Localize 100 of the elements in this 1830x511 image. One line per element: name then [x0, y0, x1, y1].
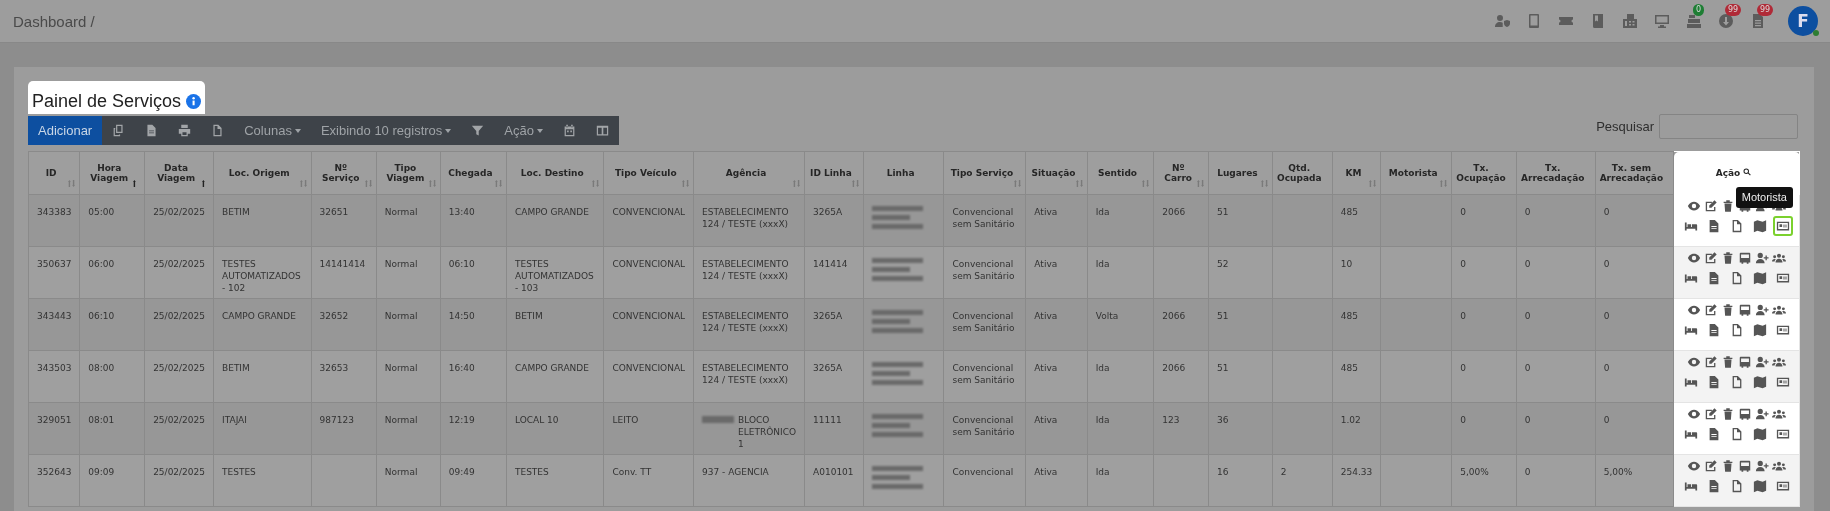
- book-icon[interactable]: [1590, 13, 1606, 29]
- table-cell: Convencional sem Sanitário: [952, 415, 1015, 438]
- bus-icon[interactable]: [1738, 355, 1753, 369]
- table-cell: Normal: [384, 363, 418, 373]
- table-cell: 485: [1340, 207, 1358, 217]
- search-icon[interactable]: [1743, 168, 1752, 176]
- bus-icon[interactable]: [1738, 407, 1753, 421]
- eye-icon[interactable]: [1687, 407, 1702, 421]
- eye-icon[interactable]: [1687, 251, 1702, 265]
- map-icon[interactable]: [1752, 479, 1767, 493]
- monitor-icon[interactable]: [1654, 13, 1670, 29]
- column-header[interactable]: Tipo Veículo: [614, 168, 677, 178]
- table-cell: 0: [1524, 415, 1531, 425]
- id-card-icon[interactable]: [1775, 271, 1790, 285]
- edit-icon[interactable]: [1704, 355, 1719, 369]
- user-plus-icon[interactable]: [1755, 251, 1770, 265]
- table-cell: 0: [1524, 363, 1531, 373]
- column-header[interactable]: Motorista: [1388, 168, 1438, 178]
- table-cell: BETIM: [222, 207, 250, 217]
- add-button[interactable]: Adicionar: [28, 116, 103, 145]
- eye-icon[interactable]: [1687, 303, 1702, 317]
- table-cell: ESTABELECIMENTO 124 / TESTE (xxxX): [702, 259, 789, 282]
- column-header[interactable]: KM: [1345, 168, 1362, 178]
- edit-icon[interactable]: [1704, 199, 1719, 213]
- map-icon[interactable]: [1752, 271, 1767, 285]
- table-cell: Ida: [1095, 415, 1110, 425]
- table-cell: 14:50: [448, 311, 475, 321]
- column-header: Tx. Ocupação: [1456, 163, 1506, 183]
- column-header[interactable]: Chegada: [448, 168, 493, 178]
- id-card-icon[interactable]: [1775, 375, 1790, 389]
- fax-icon[interactable]: [1622, 13, 1638, 29]
- table-cell: 1.02: [1340, 415, 1361, 425]
- user-avatar[interactable]: F: [1788, 6, 1818, 36]
- print-icon: [178, 124, 192, 137]
- map-icon[interactable]: [1752, 323, 1767, 337]
- users-icon[interactable]: [1772, 407, 1787, 421]
- table-cell: 3265A: [813, 363, 843, 373]
- info-icon[interactable]: [186, 94, 202, 109]
- search-field[interactable]: [1659, 114, 1798, 139]
- users-icon[interactable]: [1772, 459, 1787, 473]
- table-cell: Convencional sem Sanitário: [952, 207, 1015, 230]
- map-icon[interactable]: [1752, 219, 1767, 233]
- column-header[interactable]: Sentido: [1098, 168, 1137, 178]
- column-header[interactable]: ID Linha: [810, 168, 852, 178]
- table-cell: 0: [1524, 259, 1531, 269]
- table-cell: 0: [1603, 363, 1610, 373]
- table-cell: Ativa: [1034, 415, 1058, 425]
- column-header[interactable]: Situação: [1031, 168, 1076, 178]
- table-cell: 2066: [1162, 207, 1186, 217]
- map-icon[interactable]: [1752, 375, 1767, 389]
- user-plus-icon[interactable]: [1755, 407, 1770, 421]
- edit-icon[interactable]: [1704, 251, 1719, 265]
- user-plus-icon[interactable]: [1755, 303, 1770, 317]
- table-cell: 25/02/2025: [153, 467, 205, 477]
- column-header[interactable]: Loc. Destino: [520, 168, 584, 178]
- map-icon[interactable]: [1752, 427, 1767, 441]
- table-cell: 2: [1280, 467, 1287, 477]
- table-cell: 25/02/2025: [153, 311, 205, 321]
- users-icon[interactable]: [1772, 355, 1787, 369]
- id-card-icon[interactable]: [1775, 427, 1790, 441]
- bus-icon[interactable]: [1738, 251, 1753, 265]
- table-cell: 0: [1603, 207, 1610, 217]
- table-cell: 0: [1524, 311, 1531, 321]
- table-cell: 141414: [813, 259, 848, 269]
- eye-icon[interactable]: [1687, 459, 1702, 473]
- column-header[interactable]: ID: [45, 168, 57, 178]
- page-size-dropdown[interactable]: Exibindo 10 registros: [310, 116, 462, 145]
- user-shield-icon[interactable]: [1494, 13, 1510, 29]
- download-icon[interactable]: [1718, 13, 1734, 29]
- bus-icon[interactable]: [1738, 303, 1753, 317]
- columns-dropdown[interactable]: Colunas: [234, 116, 311, 145]
- table-cell: 32651: [319, 207, 349, 217]
- action-dropdown[interactable]: Ação: [494, 116, 553, 145]
- phone-icon[interactable]: [1526, 13, 1542, 29]
- cash-register-icon[interactable]: [1686, 13, 1702, 29]
- id-card-icon[interactable]: [1775, 479, 1790, 493]
- column-header[interactable]: Agência: [725, 168, 767, 178]
- user-plus-icon[interactable]: [1755, 459, 1770, 473]
- eye-icon[interactable]: [1687, 199, 1702, 213]
- breadcrumb[interactable]: Dashboard /: [13, 12, 95, 30]
- table-cell: TESTES: [514, 467, 549, 477]
- eye-icon[interactable]: [1687, 355, 1702, 369]
- users-icon[interactable]: [1772, 303, 1787, 317]
- page-title: Painel de Serviços: [32, 91, 182, 112]
- edit-icon[interactable]: [1704, 407, 1719, 421]
- table-cell: 0: [1603, 311, 1610, 321]
- table-cell: 485: [1340, 311, 1358, 321]
- column-header[interactable]: Tipo Serviço: [950, 168, 1014, 178]
- table-cell: Normal: [384, 311, 418, 321]
- bus-icon[interactable]: [1738, 459, 1753, 473]
- column-header[interactable]: Loc. Origem: [228, 168, 290, 178]
- edit-icon[interactable]: [1704, 459, 1719, 473]
- id-card-icon[interactable]: [1775, 323, 1790, 337]
- count-badge: 0: [1693, 4, 1705, 16]
- table-cell: CONVENCIONAL: [612, 207, 686, 217]
- column-header[interactable]: Lugares: [1217, 168, 1258, 178]
- table-cell: 06:10: [448, 259, 475, 269]
- user-plus-icon[interactable]: [1755, 355, 1770, 369]
- users-icon[interactable]: [1772, 251, 1787, 265]
- edit-icon[interactable]: [1704, 303, 1719, 317]
